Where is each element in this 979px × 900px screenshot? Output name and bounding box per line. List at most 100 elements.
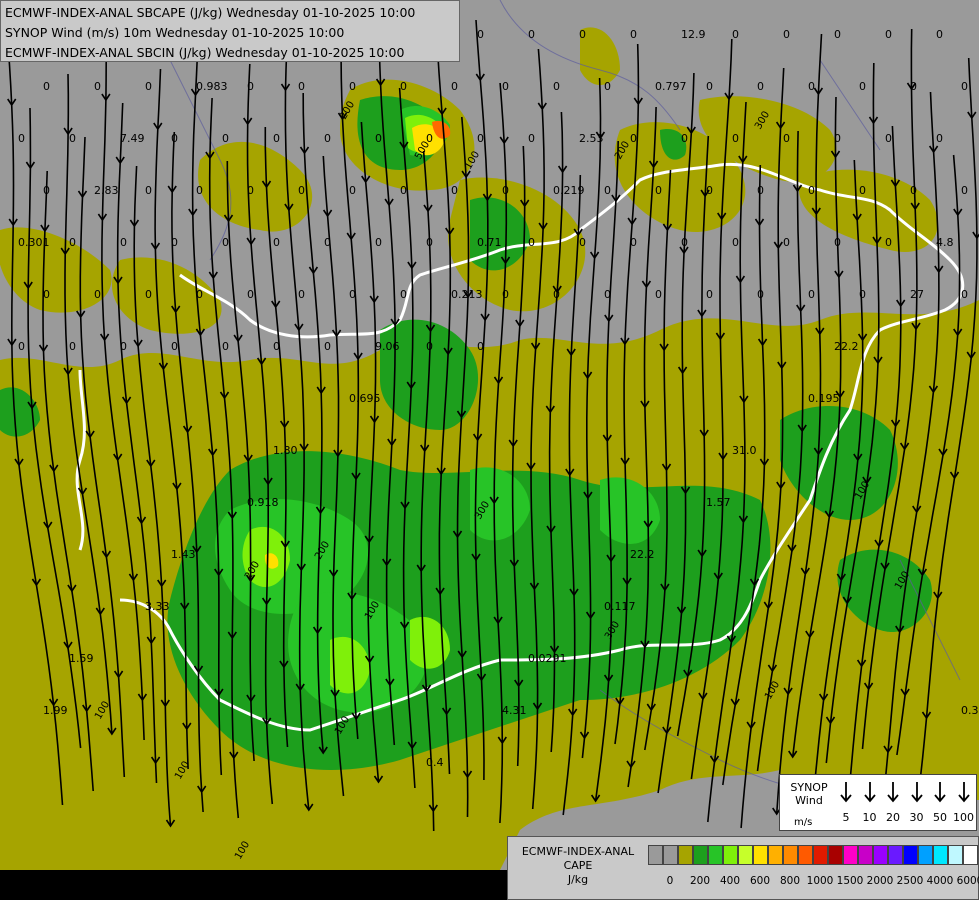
cape-legend-tick-label: 200 [689, 875, 711, 887]
cape-legend-swatch [963, 845, 978, 865]
cin-value-label: 0 [196, 184, 203, 197]
cape-legend-tick-label: 800 [779, 875, 801, 887]
cape-legend-tick-label: 600 [749, 875, 771, 887]
cin-value-label: 0 [400, 80, 407, 93]
cin-value-label: 0 [69, 340, 76, 353]
cape-map-canvas: 00000.1010000000012.9000000000.983000000… [0, 0, 979, 900]
cin-value-label: 0.71 [477, 236, 502, 249]
cin-value-label: 0 [834, 28, 841, 41]
cin-value-label: 0 [859, 80, 866, 93]
cin-value-label: 0 [400, 184, 407, 197]
cin-value-label: 0 [273, 236, 280, 249]
wind-arrow-icon [860, 781, 880, 803]
cape-legend-swatch [858, 845, 873, 865]
cin-value-label: 0 [630, 236, 637, 249]
cin-value-label: 0 [579, 236, 586, 249]
cin-value-label: 2.83 [94, 184, 119, 197]
cin-value-label: 0 [222, 132, 229, 145]
cin-value-label: 0 [732, 28, 739, 41]
wind-arrow-icon [954, 781, 974, 803]
cin-value-label: 0 [451, 80, 458, 93]
cape-legend-swatch [753, 845, 768, 865]
cin-value-label: 0 [298, 288, 305, 301]
cape-legend-units: J/kg [567, 873, 589, 886]
cin-value-label: 0 [783, 132, 790, 145]
cin-value-label: 0 [171, 132, 178, 145]
cin-value-label: 0 [808, 184, 815, 197]
cin-value-label: 0.918 [247, 496, 279, 509]
title-line-wind: SYNOP Wind (m/s) 10m Wednesday 01-10-202… [5, 25, 345, 40]
wind-speed-label: 50 [933, 811, 947, 824]
wind-legend-title: SYNOP Wind [784, 781, 834, 807]
map-view[interactable]: 00000.1010000000012.9000000000.983000000… [0, 0, 979, 900]
cape-legend-swatch [693, 845, 708, 865]
cin-value-label: 0.219 [553, 184, 585, 197]
cape-legend-swatch [813, 845, 828, 865]
cin-value-label: 0 [681, 236, 688, 249]
cin-value-label: 0 [961, 80, 968, 93]
cin-value-label: 0 [43, 80, 50, 93]
cin-value-label: 0 [936, 28, 943, 41]
cin-value-label: 0 [706, 288, 713, 301]
cin-value-label: 0 [808, 80, 815, 93]
cin-value-label: 0 [732, 236, 739, 249]
cape-legend-swatch [783, 845, 798, 865]
cin-value-label: 0 [145, 288, 152, 301]
cin-value-label: 0 [477, 340, 484, 353]
cin-value-label: 0 [222, 236, 229, 249]
cin-value-label: 3.33 [145, 600, 170, 613]
cin-value-label: 0 [910, 184, 917, 197]
cin-value-label: 0 [885, 236, 892, 249]
cin-value-label: 1.59 [69, 652, 94, 665]
cin-value-label: 0 [349, 288, 356, 301]
cape-color-legend: ECMWF-INDEX-ANAL CAPE J/kg 0 200 400 600 800… [507, 836, 979, 900]
cin-value-label: 0 [808, 288, 815, 301]
cin-value-label: 0 [834, 236, 841, 249]
cin-value-label: 1.99 [43, 704, 68, 717]
cin-value-label: 0 [502, 184, 509, 197]
cin-value-label: 0.33 [961, 704, 979, 717]
cin-value-label: 0 [579, 28, 586, 41]
cin-value-label: 0.983 [196, 80, 228, 93]
cin-value-label: 0 [298, 184, 305, 197]
cape-legend-swatch [828, 845, 843, 865]
cape-legend-tick-label: 4000 [926, 875, 954, 887]
cin-value-label: 0 [757, 184, 764, 197]
wind-speed-legend: SYNOP Wind m/s 5 10 20 30 50 100 [779, 774, 977, 831]
cin-value-label: 0 [502, 80, 509, 93]
wind-speed-label: 5 [842, 811, 850, 824]
cin-value-label: 0 [375, 236, 382, 249]
cin-value-label: 0 [247, 184, 254, 197]
cin-value-label: 22.2 [630, 548, 655, 561]
cape-legend-swatch [843, 845, 858, 865]
cin-value-label: 0 [885, 28, 892, 41]
cin-value-label: 0 [171, 340, 178, 353]
cin-value-label: 0 [604, 184, 611, 197]
cin-value-label: 9.06 [375, 340, 400, 353]
cin-value-label: 0.195 [808, 392, 840, 405]
cin-value-label: 0.213 [451, 288, 483, 301]
cape-legend-tick-label: 2000 [866, 875, 894, 887]
map-title-box: ECMWF-INDEX-ANAL SBCAPE (J/kg) Wednesday… [0, 0, 460, 62]
cin-value-label: 0 [43, 288, 50, 301]
cin-value-label: 0 [349, 184, 356, 197]
cape-legend-swatch [708, 845, 723, 865]
cin-value-label: 0 [349, 80, 356, 93]
cin-value-label: 0 [528, 28, 535, 41]
cape-legend-title: ECMWF-INDEX-ANAL CAPE J/kg [514, 845, 642, 887]
cape-legend-swatch [873, 845, 888, 865]
cape-legend-tick-label: 6000 [956, 875, 979, 887]
cin-value-label: 0 [273, 340, 280, 353]
cin-value-label: 31.0 [732, 444, 757, 457]
wind-speed-label: 100 [953, 811, 974, 824]
cin-value-label: 0 [936, 132, 943, 145]
cin-value-label: 0.4 [426, 756, 444, 769]
cape-legend-swatch [888, 845, 903, 865]
cin-value-label: 0 [783, 28, 790, 41]
cin-value-label: 0 [247, 288, 254, 301]
cin-value-label: 0 [859, 288, 866, 301]
cin-value-label: 0 [120, 236, 127, 249]
wind-speed-label: 30 [909, 811, 924, 824]
cin-value-label: 0 [655, 288, 662, 301]
cin-value-label: 4.8 [936, 236, 954, 249]
